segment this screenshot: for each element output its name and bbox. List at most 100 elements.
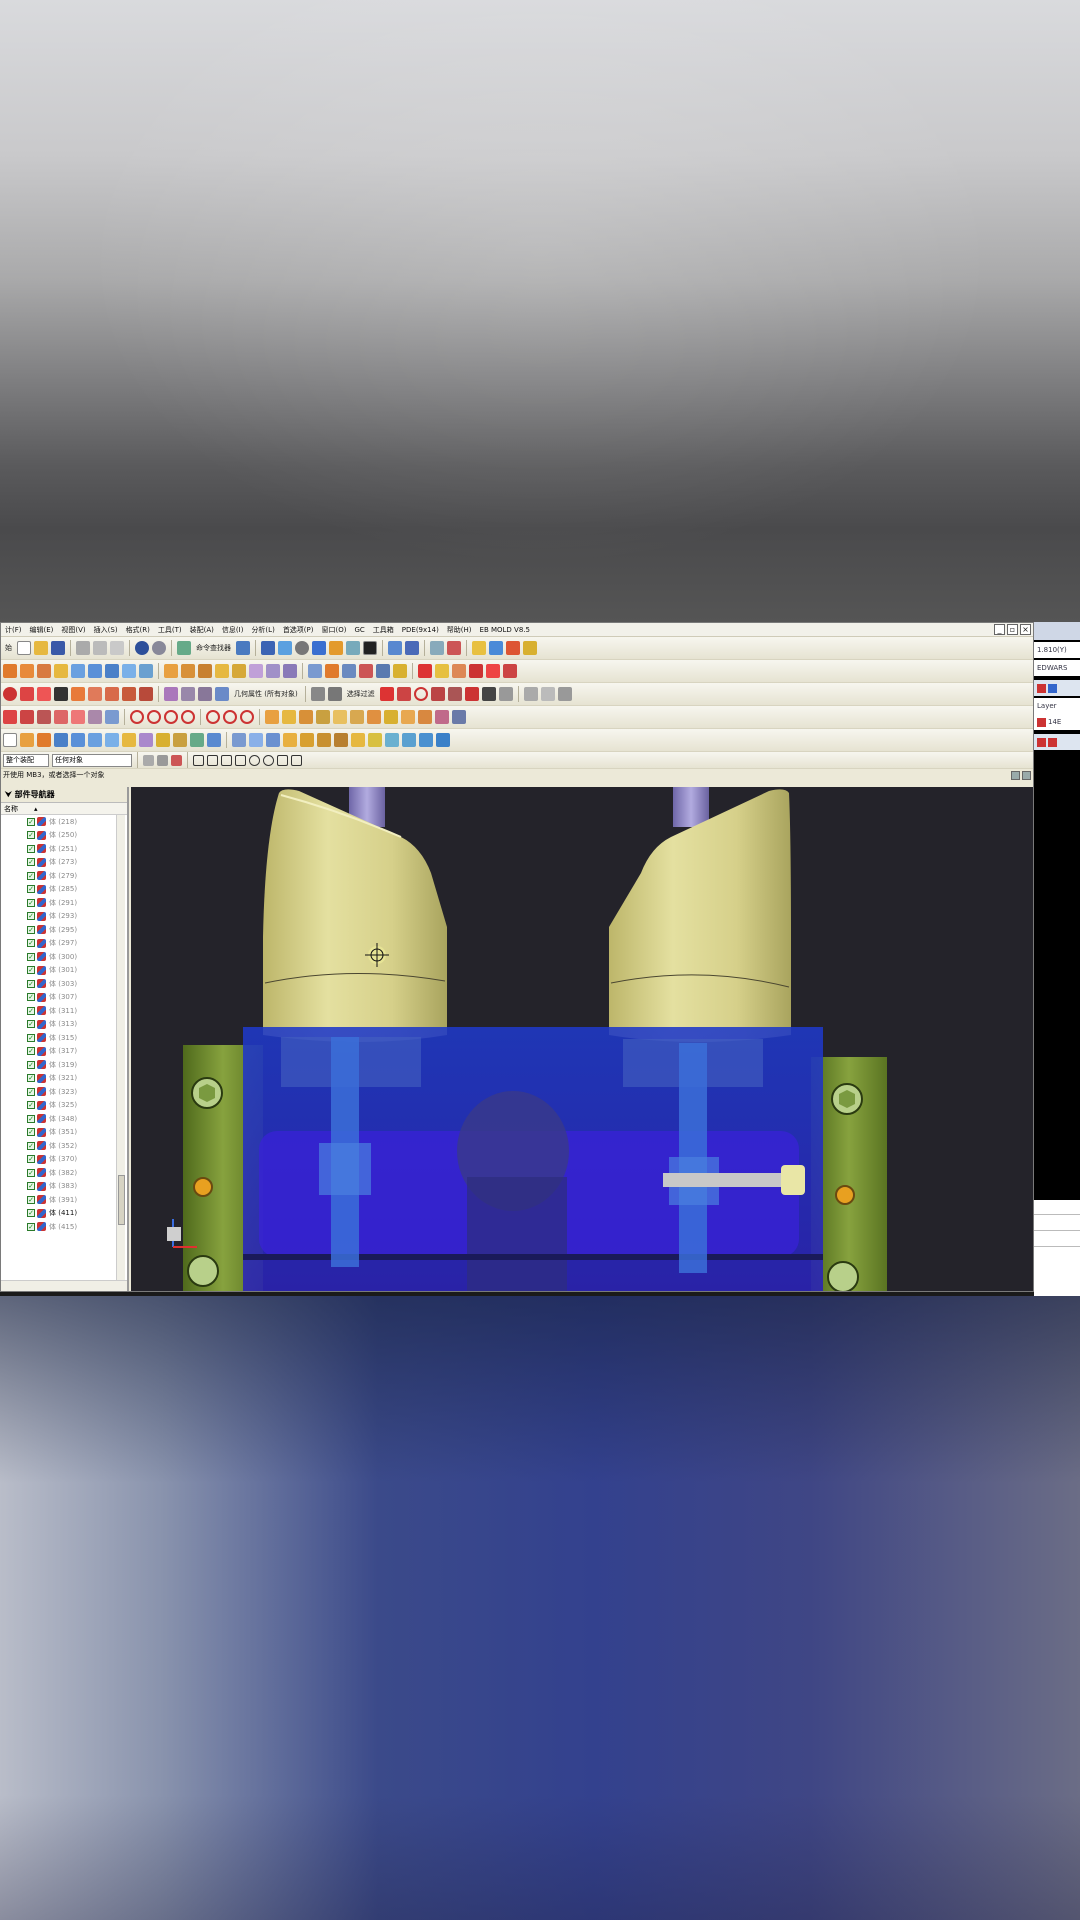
conic-icon[interactable] <box>71 710 85 724</box>
navigator-body-item[interactable]: ✓ 体 (391) <box>1 1193 117 1207</box>
plus-icon[interactable] <box>481 687 496 701</box>
chain-icon[interactable] <box>37 710 51 724</box>
axis-icon[interactable] <box>452 664 466 678</box>
navigator-body-item[interactable]: ✓ 体 (317) <box>1 1045 117 1059</box>
arc-tool-icon[interactable] <box>20 710 34 724</box>
visibility-checkbox[interactable]: ✓ <box>27 885 35 894</box>
paste-icon[interactable] <box>110 641 124 655</box>
inspection-icon[interactable] <box>368 733 382 747</box>
filter-icon[interactable] <box>327 687 342 701</box>
dowel-left[interactable] <box>193 1177 213 1197</box>
graphics-viewport[interactable] <box>131 787 1033 1291</box>
select-icon[interactable] <box>236 641 250 655</box>
undo-icon[interactable] <box>135 641 149 655</box>
visibility-checkbox[interactable]: ✓ <box>27 912 35 921</box>
cavity-layout-icon[interactable] <box>333 710 347 724</box>
visibility-checkbox[interactable]: ✓ <box>27 966 35 975</box>
slider-icon[interactable] <box>418 710 432 724</box>
menu-item[interactable]: 编辑(E) <box>26 625 58 635</box>
edge-blend-icon[interactable] <box>215 664 229 678</box>
visibility-checkbox[interactable]: ✓ <box>27 925 35 934</box>
note-icon[interactable] <box>557 687 572 701</box>
sort-arrow-icon[interactable]: ▴ <box>18 803 38 814</box>
visibility-checkbox[interactable]: ✓ <box>27 871 35 880</box>
routing-icon[interactable] <box>317 733 331 747</box>
left-yellow-slider[interactable] <box>263 789 447 1042</box>
trim-curve-icon[interactable] <box>379 687 394 701</box>
command-finder-label[interactable]: 命令查找器 <box>194 643 233 653</box>
navigator-body-item[interactable]: ✓ 体 (325) <box>1 1099 117 1113</box>
circle-a-icon[interactable] <box>130 710 144 724</box>
control-point-icon[interactable] <box>221 754 232 766</box>
line-curve-icon[interactable] <box>396 687 411 701</box>
moldbase-icon[interactable] <box>367 710 381 724</box>
quick-pick-icon[interactable] <box>171 754 182 766</box>
reference-set-icon[interactable] <box>156 733 170 747</box>
navigator-body-item[interactable]: ✓ 体 (301) <box>1 964 117 978</box>
component-array-icon[interactable] <box>190 733 204 747</box>
secondary-tool-icon[interactable] <box>1037 683 1046 693</box>
arc-center-icon[interactable] <box>249 754 260 766</box>
trim-body-icon[interactable] <box>325 664 339 678</box>
revolve-icon[interactable] <box>37 664 51 678</box>
menu-item[interactable]: 工具(T) <box>154 625 186 635</box>
visibility-checkbox[interactable]: ✓ <box>27 1182 35 1191</box>
menu-item[interactable]: 帮助(H) <box>443 625 476 635</box>
intersect-curve-icon[interactable] <box>139 687 153 701</box>
navigator-body-item[interactable]: ✓ 体 (303) <box>1 977 117 991</box>
visibility-checkbox[interactable]: ✓ <box>27 898 35 907</box>
render-style-icon[interactable] <box>278 641 292 655</box>
wave-link-icon[interactable] <box>88 733 102 747</box>
electrode-icon[interactable] <box>402 733 416 747</box>
navigator-body-item[interactable]: ✓ 体 (319) <box>1 1058 117 1072</box>
intersect-icon[interactable] <box>198 664 212 678</box>
visibility-checkbox[interactable]: ✓ <box>27 831 35 840</box>
visibility-checkbox[interactable]: ✓ <box>27 1101 35 1110</box>
navigator-body-item[interactable]: ✓ 体 (293) <box>1 910 117 924</box>
rectangle-icon[interactable] <box>20 687 34 701</box>
navigator-body-item[interactable]: ✓ 体 (250) <box>1 829 117 843</box>
shell-icon[interactable] <box>249 664 263 678</box>
mirror-assembly-icon[interactable] <box>207 733 221 747</box>
circle-c-icon[interactable] <box>164 710 178 724</box>
csys-small-icon[interactable] <box>498 687 513 701</box>
draft-icon[interactable] <box>266 664 280 678</box>
cooling-icon[interactable] <box>452 710 466 724</box>
motion-icon[interactable] <box>266 733 280 747</box>
close-pane-icon[interactable] <box>1022 771 1031 780</box>
shape-studio-icon[interactable] <box>351 733 365 747</box>
mesh-icon[interactable] <box>215 687 229 701</box>
hole-icon[interactable] <box>54 664 68 678</box>
visibility-checkbox[interactable]: ✓ <box>27 1155 35 1164</box>
point-on-curve-icon[interactable] <box>291 754 302 766</box>
swept-icon[interactable] <box>198 687 212 701</box>
menu-item[interactable]: GC <box>350 626 368 634</box>
navigator-body-item[interactable]: ✓ 体 (307) <box>1 991 117 1005</box>
tube-icon[interactable] <box>105 710 119 724</box>
navigator-body-item[interactable]: ✓ 体 (273) <box>1 856 117 870</box>
visibility-checkbox[interactable]: ✓ <box>27 1087 35 1096</box>
nastran-icon[interactable] <box>283 733 297 747</box>
start-menu-label[interactable]: 始 <box>3 643 14 653</box>
type-filter-dropdown[interactable]: 任何对象 <box>52 753 132 767</box>
right-yellow-slider[interactable] <box>609 789 791 1042</box>
menu-item[interactable]: 首选项(P) <box>279 625 318 635</box>
navigator-body-item[interactable]: ✓ 体 (295) <box>1 923 117 937</box>
table-icon[interactable] <box>540 687 555 701</box>
visibility-checkbox[interactable]: ✓ <box>27 1195 35 1204</box>
csys-icon[interactable] <box>469 664 483 678</box>
cone-icon[interactable] <box>436 733 450 747</box>
circle-icon[interactable] <box>413 687 428 701</box>
project-curve-icon[interactable] <box>122 687 136 701</box>
circle-b-icon[interactable] <box>147 710 161 724</box>
clearance-icon[interactable] <box>122 733 136 747</box>
navigator-body-item[interactable]: ✓ 体 (300) <box>1 950 117 964</box>
groove-icon[interactable] <box>139 664 153 678</box>
navigator-body-item[interactable]: ✓ 体 (382) <box>1 1166 117 1180</box>
redo-icon[interactable] <box>152 641 166 655</box>
mirror-icon[interactable] <box>376 664 390 678</box>
fillet-curve-icon[interactable] <box>447 687 462 701</box>
arc-icon[interactable] <box>3 687 17 701</box>
insert-icon[interactable] <box>435 710 449 724</box>
subtract-icon[interactable] <box>181 664 195 678</box>
